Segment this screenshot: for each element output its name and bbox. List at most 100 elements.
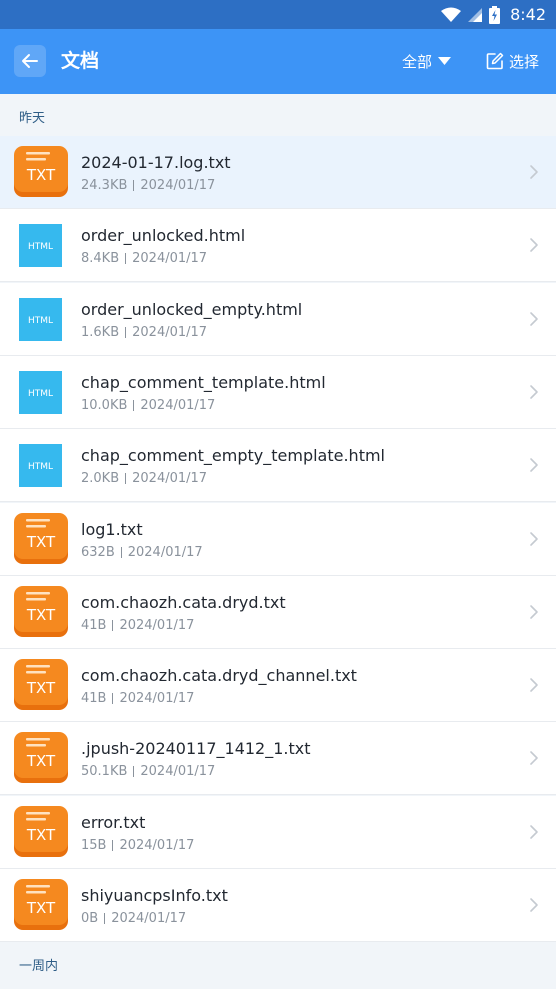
file-meta: 41B 2024/01/17 xyxy=(81,618,194,633)
file-date: 2024/01/17 xyxy=(119,617,195,633)
file-type-label: TXT xyxy=(26,899,56,917)
status-icons: 8:42 xyxy=(441,0,546,29)
meta-divider xyxy=(104,913,106,924)
cellular-signal-icon xyxy=(468,7,483,22)
section-header-week: 一周内 xyxy=(0,942,556,984)
file-name: shiyuancpsInfo.txt xyxy=(81,886,228,905)
chevron-right-icon xyxy=(530,311,538,326)
meta-divider xyxy=(112,619,114,631)
file-name: com.chaozh.cata.dryd.txt xyxy=(81,592,286,612)
html-file-icon: HTML xyxy=(19,444,62,488)
file-row[interactable]: TXT shiyuancpsInfo.txt 0B 2024/01/17 xyxy=(0,869,556,942)
file-type-label: HTML xyxy=(28,389,53,399)
chevron-right-icon xyxy=(530,824,538,839)
battery-charging-icon xyxy=(489,5,501,24)
file-date: 2024/01/17 xyxy=(132,471,208,487)
file-size: 15B xyxy=(81,837,107,853)
file-date: 2024/01/17 xyxy=(140,764,216,780)
file-row[interactable]: TXT com.chaozh.cata.dryd.txt 41B 2024/01… xyxy=(0,575,556,649)
wifi-icon xyxy=(441,7,462,22)
file-row[interactable]: TXT 2024-01-17.log.txt 24.3KB 2024/01/17 xyxy=(0,136,556,209)
file-row[interactable]: TXT .jpush-20240117_1412_1.txt 50.1KB 20… xyxy=(0,722,556,796)
file-name: error.txt xyxy=(81,812,146,832)
arrow-left-icon xyxy=(22,54,38,68)
file-date: 2024/01/17 xyxy=(140,178,216,193)
file-row[interactable]: TXT log1.txt 632B 2024/01/17 xyxy=(0,502,556,576)
txt-file-icon: TXT xyxy=(14,805,68,857)
file-name: com.chaozh.cata.dryd_channel.txt xyxy=(81,666,357,686)
meta-divider xyxy=(133,180,135,191)
section-header-yesterday: 昨天 xyxy=(0,94,556,136)
filter-label: 全部 xyxy=(402,52,433,71)
html-file-icon: HTML xyxy=(19,224,62,268)
app-bar: 文档 全部 选择 xyxy=(0,29,556,94)
meta-divider xyxy=(133,766,135,778)
file-type-label: TXT xyxy=(26,752,56,770)
file-date: 2024/01/17 xyxy=(119,691,195,707)
section-label: 一周内 xyxy=(19,959,59,974)
file-meta: 1.6KB 2024/01/17 xyxy=(81,325,207,340)
file-name: 2024-01-17.log.txt xyxy=(81,153,231,172)
file-name: .jpush-20240117_1412_1.txt xyxy=(81,739,311,759)
html-file-icon: HTML xyxy=(19,370,62,414)
meta-divider xyxy=(133,399,135,411)
meta-divider xyxy=(125,253,127,265)
txt-file-icon: TXT xyxy=(14,879,68,930)
txt-file-icon: TXT xyxy=(14,146,68,197)
txt-file-icon: TXT xyxy=(14,585,68,637)
file-name: order_unlocked_empty.html xyxy=(81,299,303,319)
file-type-label: HTML xyxy=(28,242,53,252)
caret-down-icon xyxy=(438,56,452,65)
chevron-right-icon xyxy=(530,165,538,179)
chevron-right-icon xyxy=(530,531,538,546)
file-size: 2.0KB xyxy=(81,471,120,487)
file-name: chap_comment_template.html xyxy=(81,372,326,392)
file-size: 0B xyxy=(81,911,99,926)
select-button[interactable]: 选择 xyxy=(486,49,539,73)
file-size: 50.1KB xyxy=(81,764,128,780)
file-row[interactable]: HTML chap_comment_template.html 10.0KB 2… xyxy=(0,355,556,429)
file-name: chap_comment_empty_template.html xyxy=(81,446,385,466)
file-row[interactable]: TXT error.txt 15B 2024/01/17 xyxy=(0,795,556,869)
chevron-right-icon xyxy=(530,604,538,619)
file-date: 2024/01/17 xyxy=(127,544,203,560)
file-date: 2024/01/17 xyxy=(132,251,208,267)
file-date: 2024/01/17 xyxy=(119,837,195,853)
file-meta: 10.0KB 2024/01/17 xyxy=(81,398,215,413)
file-size: 8.4KB xyxy=(81,251,120,267)
file-meta: 2.0KB 2024/01/17 xyxy=(81,471,207,486)
file-row[interactable]: HTML chap_comment_empty_template.html 2.… xyxy=(0,429,556,503)
status-bar: 8:42 xyxy=(0,0,556,29)
file-name: log1.txt xyxy=(81,519,143,539)
status-time: 8:42 xyxy=(510,5,546,24)
meta-divider xyxy=(125,473,127,485)
file-size: 1.6KB xyxy=(81,324,120,340)
file-row[interactable]: HTML order_unlocked.html 8.4KB 2024/01/1… xyxy=(0,209,556,283)
file-size: 10.0KB xyxy=(81,397,128,413)
file-size: 24.3KB xyxy=(81,178,128,193)
file-meta: 0B 2024/01/17 xyxy=(81,911,186,926)
file-type-label: TXT xyxy=(26,166,56,184)
back-button[interactable] xyxy=(14,45,46,77)
chevron-right-icon xyxy=(530,238,538,253)
file-size: 41B xyxy=(81,691,107,707)
file-meta: 15B 2024/01/17 xyxy=(81,838,194,853)
file-size: 632B xyxy=(81,544,115,560)
file-size: 41B xyxy=(81,617,107,633)
txt-file-icon: TXT xyxy=(14,659,68,711)
file-meta: 8.4KB 2024/01/17 xyxy=(81,251,207,266)
file-meta: 632B 2024/01/17 xyxy=(81,545,203,560)
file-list[interactable]: 昨天 TXT 2024-01-17.log.txt 24.3KB 2024/01… xyxy=(0,94,556,989)
meta-divider xyxy=(125,326,127,338)
filter-dropdown[interactable]: 全部 xyxy=(402,49,452,73)
select-label: 选择 xyxy=(509,52,540,71)
chevron-right-icon xyxy=(530,458,538,472)
chevron-right-icon xyxy=(530,385,538,399)
meta-divider xyxy=(120,546,122,558)
file-row[interactable]: TXT com.chaozh.cata.dryd_channel.txt 41B… xyxy=(0,649,556,723)
file-row[interactable]: HTML order_unlocked_empty.html 1.6KB 202… xyxy=(0,282,556,356)
html-file-icon: HTML xyxy=(19,297,62,341)
section-label: 昨天 xyxy=(19,111,46,126)
edit-icon xyxy=(486,52,504,70)
file-type-label: HTML xyxy=(28,316,53,326)
